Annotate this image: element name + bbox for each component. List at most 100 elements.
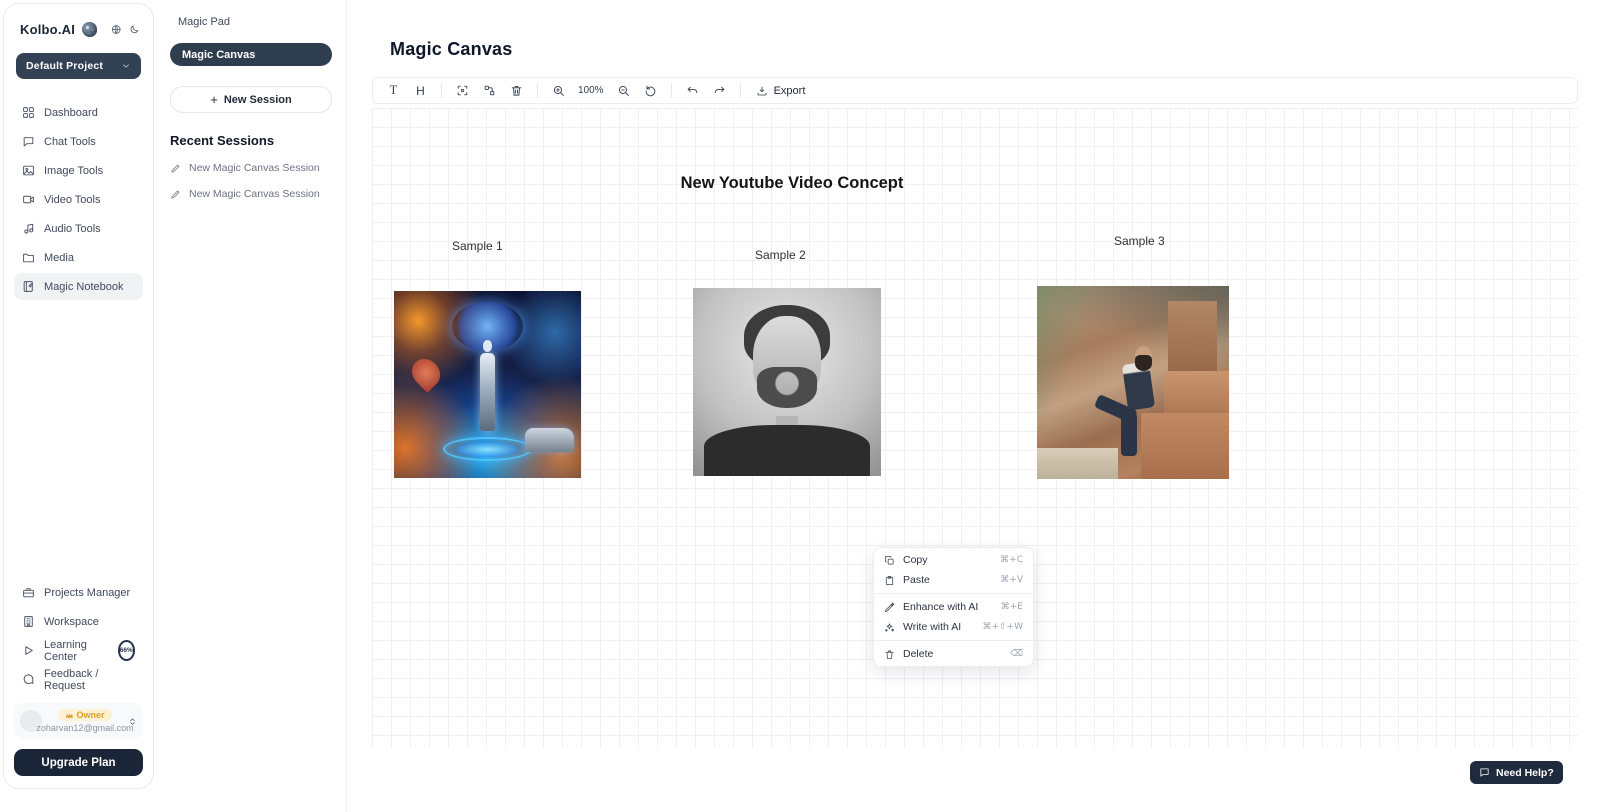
shortcut-label: ⌘+E xyxy=(1001,602,1023,612)
export-button[interactable]: Export xyxy=(750,80,812,101)
shortcut-label: ⌘+C xyxy=(1000,555,1023,565)
context-menu-item-write-with-ai[interactable]: Write with AI ⌘+⇧+W xyxy=(874,617,1033,637)
canvas-image-man-on-steps[interactable] xyxy=(1037,286,1229,479)
canvas-toolbar: T H 100% Export xyxy=(372,77,1578,104)
context-menu-item-copy[interactable]: Copy ⌘+C xyxy=(874,550,1033,570)
sidebar-item-label: Magic Notebook xyxy=(44,281,124,293)
ai-car-shape xyxy=(525,428,574,452)
page-title: Magic Canvas xyxy=(390,39,512,60)
help-chat-icon xyxy=(1479,767,1490,778)
toolbar-separator xyxy=(740,83,741,98)
context-menu: Copy ⌘+C Paste ⌘+V Enhance with AI ⌘+E W… xyxy=(873,547,1034,667)
context-menu-divider xyxy=(874,593,1033,594)
delete-tool-button[interactable] xyxy=(505,80,528,101)
sidebar-item-magic-notebook[interactable]: Magic Notebook xyxy=(14,273,143,300)
connector-tool-button[interactable] xyxy=(478,80,501,101)
sidebar-item-label: Dashboard xyxy=(44,107,98,119)
man-beard-shape xyxy=(1135,355,1152,370)
project-selector-label: Default Project xyxy=(26,60,121,72)
toolbar-separator xyxy=(441,83,442,98)
session-item-label: New Magic Canvas Session xyxy=(189,188,320,200)
stone-step-shape xyxy=(1168,301,1218,378)
zoom-out-button[interactable] xyxy=(612,80,635,101)
magic-pad-item[interactable]: Magic Pad xyxy=(170,14,332,30)
trash-icon xyxy=(510,84,523,97)
context-menu-item-enhance-with-ai[interactable]: Enhance with AI ⌘+E xyxy=(874,597,1033,617)
canvas-image-portrait[interactable] xyxy=(693,288,881,476)
dashboard-icon xyxy=(22,106,35,119)
portrait-beard-shape xyxy=(757,367,817,408)
sidebar-item-learning-center[interactable]: Learning Center 66% xyxy=(14,637,143,664)
sidebar-item-label: Learning Center xyxy=(44,639,107,663)
sidebar-item-media[interactable]: Media xyxy=(14,244,143,271)
download-icon xyxy=(756,85,768,97)
context-menu-item-delete[interactable]: Delete ⌫ xyxy=(874,644,1033,664)
zoom-out-icon xyxy=(617,84,630,97)
app-logo: Kolbo.AI xyxy=(20,22,75,37)
sidebar-item-dashboard[interactable]: Dashboard xyxy=(14,99,143,126)
session-item-label: New Magic Canvas Session xyxy=(189,162,320,174)
sidebar-item-workspace[interactable]: Workspace xyxy=(14,608,143,635)
sidebar-item-video-tools[interactable]: Video Tools xyxy=(14,186,143,213)
rotate-icon xyxy=(644,84,657,97)
magic-canvas-item-selected[interactable]: Magic Canvas xyxy=(170,43,332,66)
sidebar-item-label: Media xyxy=(44,252,74,264)
sidebar-item-projects-manager[interactable]: Projects Manager xyxy=(14,579,143,606)
new-session-button[interactable]: + New Session xyxy=(170,86,332,113)
session-item[interactable]: New Magic Canvas Session xyxy=(170,188,332,200)
sidebar-nav: Dashboard Chat Tools Image Tools Video T… xyxy=(14,99,143,300)
canvas-title-text[interactable]: New Youtube Video Concept xyxy=(681,174,904,193)
redo-button[interactable] xyxy=(708,80,731,101)
pencil-icon xyxy=(170,189,181,200)
sample-3-label[interactable]: Sample 3 xyxy=(1114,234,1165,248)
canvas-image-ai-robot[interactable] xyxy=(394,291,581,478)
select-scan-button[interactable] xyxy=(451,80,474,101)
heading-tool-button[interactable]: H xyxy=(409,80,432,101)
undo-icon xyxy=(686,84,699,97)
text-tool-button[interactable]: T xyxy=(382,80,405,101)
sample-2-label[interactable]: Sample 2 xyxy=(755,248,806,262)
toolbar-separator xyxy=(671,83,672,98)
shortcut-label: ⌘+V xyxy=(1000,575,1023,585)
shortcut-label: ⌫ xyxy=(1010,649,1023,659)
ai-heart-shape xyxy=(406,353,446,393)
sidebar-item-chat-tools[interactable]: Chat Tools xyxy=(14,128,143,155)
zoom-in-button[interactable] xyxy=(547,80,570,101)
logo-row: Kolbo.AI xyxy=(14,16,143,37)
stone-step-shape xyxy=(1141,413,1229,479)
user-card[interactable]: Owner zoharvan12@gmail.com xyxy=(14,703,143,739)
recent-sessions-title: Recent Sessions xyxy=(170,133,332,148)
role-badge: Owner xyxy=(58,709,111,721)
chevron-down-icon xyxy=(121,61,131,71)
sidebar-item-audio-tools[interactable]: Audio Tools xyxy=(14,215,143,242)
sidebar: Kolbo.AI Default Project Dashboard Chat … xyxy=(3,3,154,789)
upgrade-plan-button[interactable]: Upgrade Plan xyxy=(14,749,143,776)
sidebar-item-label: Audio Tools xyxy=(44,223,101,235)
sample-1-label[interactable]: Sample 1 xyxy=(452,239,503,253)
sidebar-item-image-tools[interactable]: Image Tools xyxy=(14,157,143,184)
need-help-button[interactable]: Need Help? xyxy=(1470,761,1563,784)
walkway-shape xyxy=(1037,448,1118,479)
undo-button[interactable] xyxy=(681,80,704,101)
sidebar-item-feedback-request[interactable]: Feedback / Request xyxy=(14,666,143,693)
image-icon xyxy=(22,164,35,177)
zoom-level[interactable]: 100% xyxy=(574,85,608,96)
sparkles-icon xyxy=(884,622,895,633)
portrait-shirt-shape xyxy=(704,425,869,476)
toolbar-separator xyxy=(537,83,538,98)
paste-icon xyxy=(884,575,895,586)
project-selector[interactable]: Default Project xyxy=(16,53,141,79)
globe-icon[interactable] xyxy=(111,23,121,36)
sidebar-item-label: Feedback / Request xyxy=(44,668,135,692)
session-item[interactable]: New Magic Canvas Session xyxy=(170,162,332,174)
dark-mode-moon-icon[interactable] xyxy=(129,23,139,36)
context-menu-item-paste[interactable]: Paste ⌘+V xyxy=(874,570,1033,590)
redo-icon xyxy=(713,84,726,97)
text-tool-icon: T xyxy=(390,83,398,98)
user-email: zoharvan12@gmail.com xyxy=(36,723,133,733)
sessions-panel: Magic Pad Magic Canvas + New Session Rec… xyxy=(156,0,347,812)
zoom-in-icon xyxy=(552,84,565,97)
reset-rotation-button[interactable] xyxy=(639,80,662,101)
sidebar-item-label: Video Tools xyxy=(44,194,100,206)
play-icon xyxy=(22,644,35,657)
